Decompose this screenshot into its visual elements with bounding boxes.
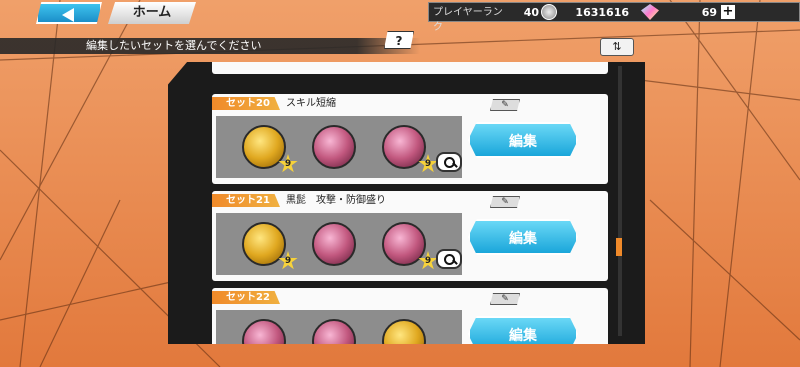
rank-value: 40 <box>523 6 539 19</box>
set-item: セット21 黒髭 攻撃・防御盛り ✎ 9 9 編集 <box>212 191 608 281</box>
medal-icon[interactable] <box>242 125 286 169</box>
set-item: セット20 スキル短縮 ✎ 9 9 編集 <box>212 94 608 184</box>
medal-slots: 9 9 <box>216 213 462 275</box>
edit-button[interactable]: 編集 <box>468 122 578 158</box>
sort-button[interactable]: ⇅ <box>600 38 634 56</box>
rename-pencil-icon[interactable]: ✎ <box>490 99 520 111</box>
back-arrow-icon <box>62 8 74 22</box>
set-header: セット20 スキル短縮 ✎ <box>212 97 522 111</box>
coin-count: 1631616 <box>575 6 629 19</box>
set-tag: セット22 <box>212 291 280 304</box>
set-header: セット22 ✎ <box>212 291 522 305</box>
top-bar: ホーム プレイヤーランク 40 1631616 69 + <box>0 0 800 33</box>
medal-icon[interactable] <box>312 222 356 266</box>
rename-pencil-icon[interactable]: ✎ <box>490 196 520 208</box>
player-stats: プレイヤーランク 40 1631616 69 + <box>428 2 800 33</box>
edit-button[interactable]: 編集 <box>468 219 578 255</box>
edit-button[interactable]: 編集 <box>468 316 578 344</box>
set-header: セット21 黒髭 攻撃・防御盛り ✎ <box>212 194 522 208</box>
medal-icon[interactable] <box>382 125 426 169</box>
coin-icon <box>541 4 557 20</box>
set-name: スキル短縮 <box>286 98 336 109</box>
help-button[interactable]: ? <box>384 31 414 49</box>
medal-icon[interactable] <box>312 125 356 169</box>
rank-label: プレイヤーランク <box>433 7 503 33</box>
magnifier-icon[interactable] <box>436 152 462 172</box>
rename-pencil-icon[interactable]: ✎ <box>490 293 520 305</box>
magnifier-icon[interactable] <box>436 249 462 269</box>
set-name: 黒髭 攻撃・防御盛り <box>286 195 386 206</box>
medal-slots: 9 9 <box>216 116 462 178</box>
back-button[interactable] <box>36 2 102 24</box>
set-tag: セット21 <box>212 194 280 207</box>
set-tag: セット20 <box>212 97 280 110</box>
home-button[interactable]: ホーム <box>108 2 196 24</box>
medal-icon[interactable] <box>242 319 286 344</box>
set-item: セット22 ✎ 編集 <box>212 288 608 344</box>
gem-icon <box>641 4 659 20</box>
medal-icon[interactable] <box>312 319 356 344</box>
medal-icon[interactable] <box>382 222 426 266</box>
medal-icon[interactable] <box>242 222 286 266</box>
set-list[interactable]: セット20 スキル短縮 ✎ 9 9 編集 セット21 黒髭 攻撃・防御盛り ✎ … <box>212 62 608 344</box>
set-item-previous <box>212 62 608 74</box>
scrollbar-track[interactable] <box>618 66 622 336</box>
medal-icon[interactable] <box>382 319 426 344</box>
add-gems-button[interactable]: + <box>721 5 735 19</box>
medal-slots <box>216 310 462 344</box>
gem-count: 69 <box>701 6 717 19</box>
instruction-text: 編集したいセットを選んでください <box>0 38 420 54</box>
scrollbar-thumb[interactable] <box>616 238 622 256</box>
